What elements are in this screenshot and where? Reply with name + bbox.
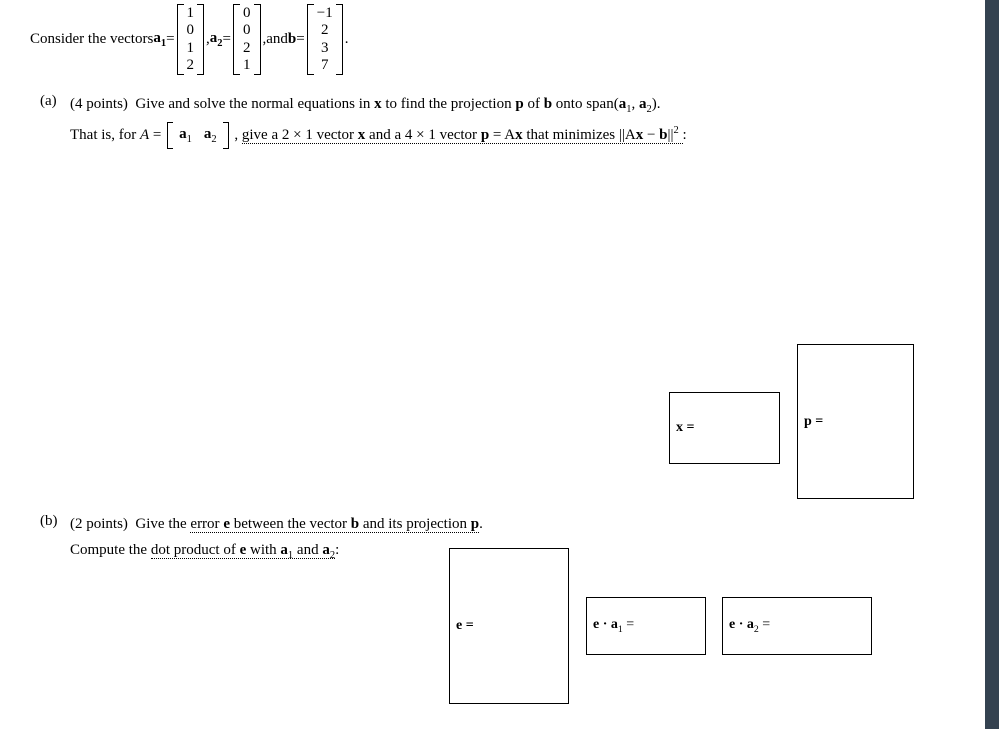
intro-line: Consider the vectors a1 = 1 0 1 2 , a2 =… bbox=[30, 4, 965, 75]
part-a-underline: give a 2 × 1 vector x and a 4 × 1 vector… bbox=[242, 127, 683, 144]
part-a-line1: (4 points) Give and solve the normal equ… bbox=[70, 93, 965, 118]
answer-box-e-dot-a2[interactable]: e · a2 = bbox=[722, 597, 872, 655]
vector-b: −1 2 3 7 bbox=[307, 4, 343, 75]
answer-box-e-dot-a1[interactable]: e · a1 = bbox=[586, 597, 706, 655]
part-b-tag: (b) bbox=[40, 513, 70, 568]
eq: = bbox=[166, 31, 174, 48]
and: and bbox=[266, 31, 288, 48]
part-b-underline2: dot product of e with a1 and a2 bbox=[151, 542, 335, 559]
p-label: p = bbox=[798, 414, 823, 430]
period: . bbox=[345, 31, 349, 48]
answer-box-x[interactable]: x = bbox=[669, 392, 780, 464]
part-a-line2: That is, for A = a1 a2 , give a 2 × 1 ve… bbox=[70, 122, 965, 149]
matrix-A: a1 a2 bbox=[167, 122, 229, 149]
page: Consider the vectors a1 = 1 0 1 2 , a2 =… bbox=[0, 0, 999, 729]
part-a-tag: (a) bbox=[40, 93, 70, 153]
a2-symbol: a2 bbox=[210, 30, 223, 49]
x-label: x = bbox=[670, 420, 694, 436]
e-dot-a1-label: e · a1 = bbox=[587, 617, 634, 635]
a1-symbol: a1 bbox=[153, 30, 166, 49]
part-b-line1: (2 points) Give the error e between the … bbox=[70, 513, 965, 536]
part-b-underline1: error e between the vector b and its pro… bbox=[190, 516, 479, 533]
vector-a1: 1 0 1 2 bbox=[177, 4, 205, 75]
answer-box-p[interactable]: p = bbox=[797, 344, 914, 499]
eq: = bbox=[296, 31, 304, 48]
vector-a2: 0 0 2 1 bbox=[233, 4, 261, 75]
e-label: e = bbox=[450, 618, 474, 634]
answer-box-e[interactable]: e = bbox=[449, 548, 569, 704]
b-symbol: b bbox=[288, 31, 296, 48]
e-dot-a2-label: e · a2 = bbox=[723, 617, 770, 635]
part-a: (a) (4 points) Give and solve the normal… bbox=[40, 93, 965, 153]
part-a-body: (4 points) Give and solve the normal equ… bbox=[70, 93, 965, 153]
intro-lead: Consider the vectors bbox=[30, 31, 153, 48]
eq: = bbox=[223, 31, 231, 48]
